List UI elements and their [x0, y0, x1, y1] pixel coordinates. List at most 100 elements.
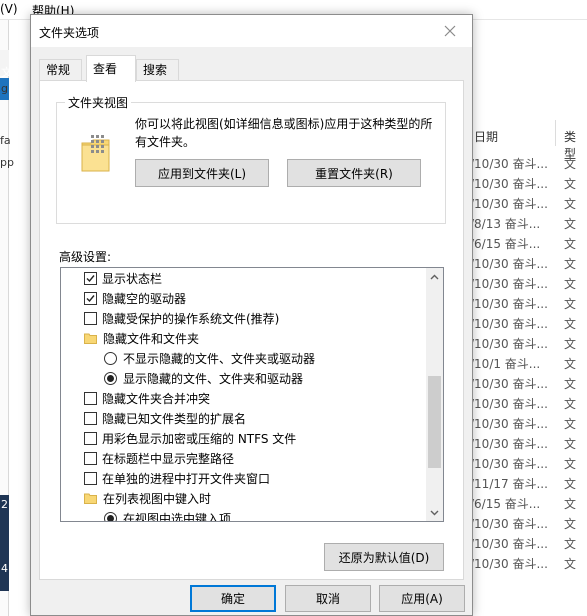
settings-option[interactable]: 在视图中选中键入项 — [104, 508, 231, 521]
file-row[interactable]: /8/13 奋斗... 文 — [470, 215, 576, 232]
file-type: 文 — [564, 377, 577, 391]
file-row[interactable]: /10/30 奋斗... 文 — [470, 375, 576, 392]
file-date: /10/30 奋斗... — [470, 537, 548, 551]
checkbox-unchecked[interactable] — [84, 391, 97, 405]
settings-label: 不显示隐藏的文件、文件夹或驱动器 — [123, 351, 316, 366]
file-row[interactable]: /10/30 奋斗... 文 — [470, 315, 576, 332]
settings-option[interactable]: 隐藏已知文件类型的扩展名 — [84, 408, 246, 428]
file-row[interactable]: /10/30 奋斗... 文 — [470, 455, 576, 472]
dialog-titlebar[interactable]: 文件夹选项 — [31, 15, 472, 47]
file-date: /10/30 奋斗... — [470, 337, 548, 351]
file-type: 文 — [564, 217, 577, 231]
file-date: /6/15 奋斗... — [470, 237, 541, 251]
settings-option[interactable]: 在标题栏中显示完整路径 — [84, 448, 234, 468]
radio-dot — [107, 374, 114, 382]
file-row[interactable]: /6/15 奋斗... 文 — [470, 235, 576, 252]
file-type: 文 — [564, 457, 577, 471]
radio-dot — [107, 514, 114, 521]
file-date: /10/30 奋斗... — [470, 457, 548, 471]
checkbox-unchecked[interactable] — [84, 311, 97, 325]
vertical-scrollbar[interactable] — [426, 268, 443, 521]
file-row[interactable]: /10/30 奋斗... 文 — [470, 415, 576, 432]
checkmark-icon — [86, 294, 95, 302]
background-left-pane — [0, 20, 9, 616]
file-row[interactable]: /10/30 奋斗... 文 — [470, 435, 576, 452]
file-row[interactable]: /10/1 奋斗... 文 — [470, 355, 576, 372]
file-date: /8/13 奋斗... — [470, 217, 541, 231]
ok-button[interactable]: 确定 — [190, 585, 276, 612]
settings-label: 隐藏受保护的操作系统文件(推荐) — [102, 311, 280, 326]
bg-fragment-4: pp — [0, 156, 14, 169]
reset-folders-button[interactable]: 重置文件夹(R) — [287, 159, 421, 187]
radio-selected[interactable] — [104, 371, 117, 385]
checkbox-unchecked[interactable] — [84, 451, 97, 465]
scroll-up-button[interactable] — [426, 268, 443, 285]
tab-general[interactable]: 常规 — [39, 59, 82, 81]
checkbox-unchecked[interactable] — [84, 431, 97, 445]
file-type: 文 — [564, 517, 577, 531]
file-row[interactable]: /10/30 奋斗... 文 — [470, 555, 576, 572]
column-separator[interactable] — [555, 120, 556, 146]
settings-option[interactable]: 显示状态栏 — [84, 268, 162, 288]
scroll-thumb[interactable] — [428, 376, 441, 468]
file-row[interactable]: /10/30 奋斗... 文 — [470, 515, 576, 532]
settings-option[interactable]: 在单独的进程中打开文件夹窗口 — [84, 468, 270, 488]
file-type: 文 — [564, 257, 577, 271]
checkbox-checked[interactable] — [84, 291, 97, 305]
settings-option[interactable]: 隐藏文件夹合并冲突 — [84, 388, 210, 408]
settings-label: 隐藏文件夹合并冲突 — [102, 391, 211, 406]
file-row[interactable]: /10/30 奋斗... 文 — [470, 535, 576, 552]
file-row[interactable]: /6/15 奋斗... 文 — [470, 495, 576, 512]
file-date: /10/30 奋斗... — [470, 557, 548, 571]
apply-button[interactable]: 应用(A) — [379, 585, 465, 612]
file-date: /10/30 奋斗... — [470, 437, 548, 451]
close-button[interactable] — [428, 15, 472, 47]
file-type: 文 — [564, 197, 577, 211]
file-row[interactable]: /10/30 奋斗... 文 — [470, 295, 576, 312]
settings-label: 隐藏空的驱动器 — [102, 291, 187, 306]
file-row[interactable]: /10/30 奋斗... 文 — [470, 395, 576, 412]
file-row[interactable]: /11/17 奋斗... 文 — [470, 475, 576, 492]
file-type: 文 — [564, 497, 577, 511]
checkbox-checked[interactable] — [84, 271, 97, 285]
file-type: 文 — [564, 277, 577, 291]
file-row[interactable]: /10/30 奋斗... 文 — [470, 195, 576, 212]
advanced-settings-list[interactable]: 显示状态栏 隐藏空的驱动器 隐藏受保护的操作系统文件(推荐) 隐藏文件和文件夹 不显示隐… — [60, 267, 444, 522]
restore-defaults-button[interactable]: 还原为默认值(D) — [324, 543, 444, 571]
cancel-button[interactable]: 取消 — [285, 585, 371, 612]
menu-view[interactable]: (V) — [0, 2, 18, 16]
file-date: /10/30 奋斗... — [470, 197, 548, 211]
radio-selected[interactable] — [104, 511, 117, 521]
settings-label: 在列表视图中键入时 — [103, 491, 212, 506]
file-type: 文 — [564, 537, 577, 551]
apply-to-folders-button[interactable]: 应用到文件夹(L) — [135, 159, 269, 187]
file-row[interactable]: /10/30 奋斗... 文 — [470, 275, 576, 292]
settings-option[interactable]: 用彩色显示加密或压缩的 NTFS 文件 — [84, 428, 296, 448]
checkbox-unchecked[interactable] — [84, 471, 97, 485]
checkbox-unchecked[interactable] — [84, 411, 97, 425]
settings-option[interactable]: 隐藏受保护的操作系统文件(推荐) — [84, 308, 279, 328]
file-row[interactable]: /10/30 奋斗... 文 — [470, 175, 576, 192]
chevron-up-icon — [430, 274, 439, 279]
file-type: 文 — [564, 477, 577, 491]
tab-view[interactable]: 查看 — [86, 55, 136, 82]
settings-option[interactable]: 不显示隐藏的文件、文件夹或驱动器 — [104, 348, 315, 368]
settings-group: 在列表视图中键入时 — [84, 488, 211, 508]
file-type: 文 — [564, 357, 577, 371]
settings-option[interactable]: 隐藏空的驱动器 — [84, 288, 186, 308]
file-type: 文 — [564, 157, 577, 171]
folder-views-description: 你可以将此视图(如详细信息或图标)应用于这种类型的所有文件夹。 — [135, 117, 433, 149]
settings-label: 显示状态栏 — [102, 271, 163, 286]
scroll-down-button[interactable] — [426, 504, 443, 521]
radio-unselected[interactable] — [104, 351, 117, 365]
file-row[interactable]: /10/30 奋斗... 文 — [470, 255, 576, 272]
file-row[interactable]: /10/30 奋斗... 文 — [470, 335, 576, 352]
folder-icon — [84, 333, 97, 344]
advanced-settings-label: 高级设置: — [59, 250, 112, 264]
tab-search[interactable]: 搜索 — [136, 59, 179, 81]
file-row[interactable]: /10/30 奋斗... 文 — [470, 155, 576, 172]
file-date: /10/30 奋斗... — [470, 257, 548, 271]
settings-option[interactable]: 显示隐藏的文件、文件夹和驱动器 — [104, 368, 303, 388]
column-header-date[interactable]: 日期 — [474, 128, 498, 145]
bg-fragment-2: g — [1, 82, 8, 95]
